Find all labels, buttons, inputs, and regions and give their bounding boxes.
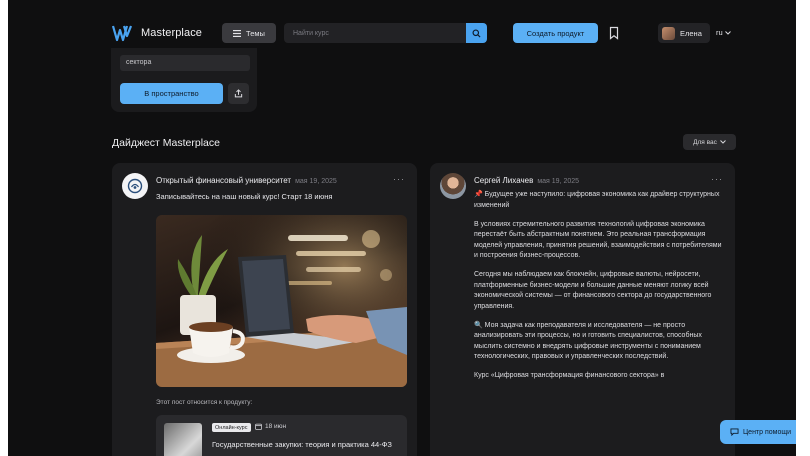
feed-filter-label: Для вас [693, 138, 717, 146]
product-thumbnail [164, 423, 202, 456]
create-product-button[interactable]: Создать продукт [513, 23, 598, 43]
bookmark-icon[interactable] [608, 26, 620, 40]
logo-icon[interactable] [112, 24, 132, 42]
post-paragraph: Курс «Цифровая трансформация финансового… [474, 372, 665, 379]
menu-icon [233, 29, 242, 37]
post-author[interactable]: Открытый финансовый университет [156, 176, 291, 185]
product-title[interactable]: Государственные закупки: теория и практи… [212, 440, 402, 450]
post-paragraph: Сегодня мы наблюдаем как блокчейн, цифро… [474, 271, 712, 310]
share-button[interactable] [228, 83, 249, 104]
calendar-icon [255, 423, 262, 430]
search-input[interactable]: Найти курс [284, 23, 466, 43]
to-space-button[interactable]: В пространство [120, 83, 223, 104]
app-window: Masterplace Темы Найти курс Создать прод… [0, 0, 810, 456]
sector-field: сектора [120, 55, 250, 71]
screen-border-left [0, 0, 8, 456]
product-start-date: 18 июн [255, 423, 286, 430]
share-icon [234, 89, 243, 98]
post-paragraph: 📌 Будущее уже наступило: цифровая эконом… [474, 191, 720, 209]
language-switch[interactable]: ru [716, 28, 731, 37]
screen-border-right [796, 0, 810, 456]
post-date: мая 19, 2025 [537, 178, 580, 185]
feed-post: Сергей Лихачев мая 19, 2025 ··· 📌 Будущее… [430, 163, 735, 456]
related-product-card[interactable]: Онлайн-курс 18 июн Государственные закуп… [156, 415, 407, 456]
sector-field-text: сектора [126, 59, 152, 66]
avatar [662, 26, 675, 40]
help-center-label: Центр помощи [743, 428, 792, 436]
language-label: ru [716, 28, 723, 37]
post-author[interactable]: Сергей Лихачев [474, 176, 533, 185]
chat-icon [730, 428, 739, 436]
product-date-text: 18 июн [265, 423, 287, 430]
more-icon[interactable]: ··· [393, 174, 405, 184]
create-product-label: Создать продукт [526, 28, 585, 38]
post-body: 📌 Будущее уже наступило: цифровая эконом… [474, 190, 724, 390]
post-author-line: Открытый финансовый университет мая 19, 2… [156, 176, 337, 185]
search-placeholder: Найти курс [293, 29, 329, 37]
coffee-laptop-photo [156, 215, 407, 387]
post-image [156, 215, 407, 387]
post-date: мая 19, 2025 [295, 178, 337, 185]
post-author-line: Сергей Лихачев мая 19, 2025 [474, 176, 579, 185]
avatar[interactable] [122, 173, 148, 199]
post-paragraph: В условиях стремительного развития техно… [474, 220, 722, 260]
user-name: Елена [680, 28, 702, 38]
search-button[interactable] [466, 23, 487, 43]
feed-post: Открытый финансовый университет мая 19, 2… [112, 163, 417, 456]
chevron-down-icon [720, 140, 726, 144]
post-text: Записывайтесь на наш новый курс! Старт 1… [156, 192, 333, 201]
themes-label: Темы [246, 28, 265, 38]
avatar[interactable] [440, 173, 466, 199]
post-paragraph: 🔍 Моя задача как преподавателя и исследо… [474, 321, 702, 361]
university-logo-icon [127, 178, 143, 194]
chevron-down-icon [724, 31, 731, 35]
brand-name[interactable]: Masterplace [141, 27, 202, 39]
related-product-caption: Этот пост относится к продукту: [156, 399, 253, 406]
themes-button[interactable]: Темы [222, 23, 276, 43]
product-type-badge: Онлайн-курс [212, 423, 251, 432]
feed-filter-dropdown[interactable]: Для вас [683, 134, 736, 150]
user-menu[interactable]: Елена [658, 23, 710, 43]
search-icon [472, 28, 481, 38]
digest-title: Дайджест Masterplace [112, 137, 220, 149]
more-icon[interactable]: ··· [711, 174, 723, 184]
to-space-label: В пространство [144, 89, 199, 98]
